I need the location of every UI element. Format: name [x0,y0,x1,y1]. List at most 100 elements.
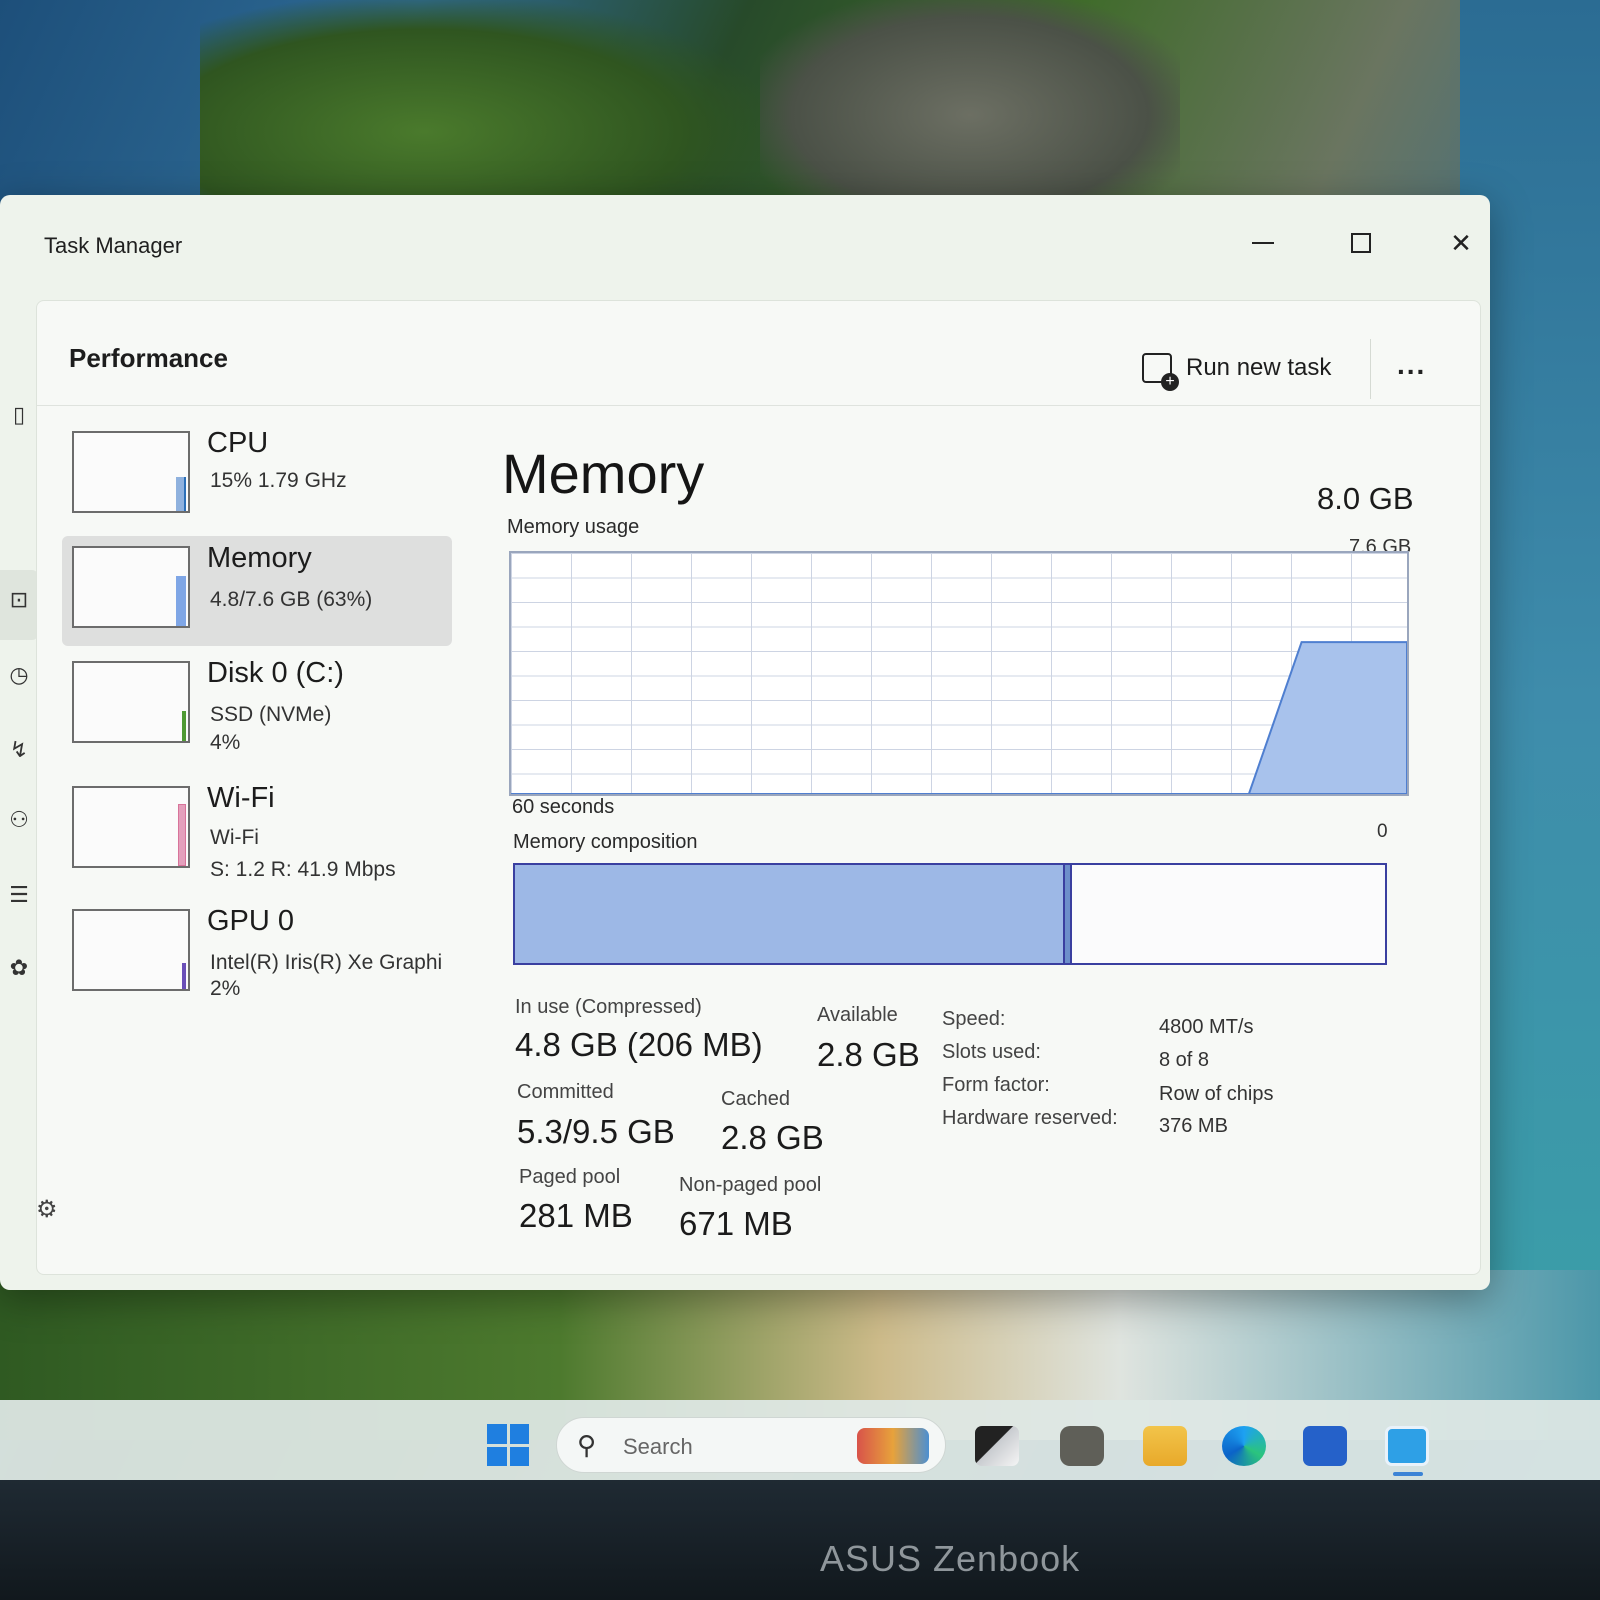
composition-free [1071,865,1385,963]
memory-composition-label: Memory composition [513,831,698,853]
memory-total: 8.0 GB [1317,481,1414,516]
startup-apps-icon[interactable]: ↯ [4,735,34,765]
minimize-icon [1252,242,1274,244]
gpu-mini-graph [72,909,190,991]
device-cpu[interactable]: CPU 15% 1.79 GHz [62,421,452,531]
available-value: 2.8 GB [817,1036,920,1073]
memory-mini-graph-fill [176,576,186,626]
graph-min-label: 0 [1377,821,1388,842]
memory-usage-graph [509,551,1409,796]
laptop-bezel [0,1480,1600,1600]
memory-title: Memory [502,442,705,505]
non-paged-pool-label: Non-paged pool [679,1174,822,1196]
device-name: CPU [207,427,269,459]
composition-in-use [515,865,1064,963]
close-button[interactable]: ✕ [1438,223,1484,263]
users-icon[interactable]: ⚇ [4,805,34,835]
task-view-icon[interactable] [975,1426,1019,1466]
details-icon[interactable]: ☰ [4,880,34,910]
search-placeholder: Search [623,1434,693,1459]
wallpaper-rock [200,0,760,220]
committed-value: 5.3/9.5 GB [517,1113,675,1150]
time-span-label: 60 seconds [512,796,615,818]
wifi-mini-graph [72,786,190,868]
taskbar-search[interactable]: ⚲ Search [556,1417,946,1473]
device-wifi[interactable]: Wi-Fi Wi-Fi S: 1.2 R: 41.9 Mbps [62,776,452,886]
search-highlight-art [857,1428,929,1464]
device-detail: Wi-Fi [210,826,259,849]
form-factor-value: Row of chips [1159,1083,1274,1105]
processes-icon[interactable]: ▯ [4,400,34,430]
device-memory[interactable]: Memory 4.8/7.6 GB (63%) [62,536,452,646]
run-new-task-label: Run new task [1186,354,1332,381]
performance-panel: Performance Run new task ... CPU 15% 1.7… [36,300,1481,1275]
available-label: Available [817,1004,898,1026]
memory-usage-label: Memory usage [507,516,640,538]
in-use-value: 4.8 GB (206 MB) [515,1026,763,1063]
performance-icon[interactable]: ⊡ [4,585,34,615]
device-disk[interactable]: Disk 0 (C:) SSD (NVMe) 4% [62,651,452,761]
device-name: GPU 0 [207,905,295,937]
paged-pool-label: Paged pool [519,1166,621,1188]
services-icon[interactable]: ✿ [4,953,34,983]
more-options-button[interactable]: ... [1397,349,1426,381]
cpu-mini-graph-line [176,477,186,511]
device-usage: 2% [210,977,241,1000]
maximize-button[interactable] [1338,223,1384,263]
form-factor-key: Form factor: [942,1074,1050,1096]
non-paged-pool-value: 671 MB [679,1205,793,1242]
slots-used-value: 8 of 8 [1159,1049,1210,1071]
device-usage: 4% [210,731,241,754]
slots-used-key: Slots used: [942,1041,1041,1063]
task-manager-icon[interactable] [1385,1426,1429,1466]
edge-icon[interactable] [1222,1426,1266,1466]
cached-label: Cached [721,1088,790,1110]
device-throughput: S: 1.2 R: 41.9 Mbps [210,858,396,881]
memory-usage-area [511,641,1407,794]
device-name: Memory [207,542,312,574]
gpu-mini-graph-line [182,963,186,989]
in-use-label: In use (Compressed) [515,996,702,1018]
page-title: Performance [69,343,228,373]
paged-pool-value: 281 MB [519,1197,633,1234]
file-explorer-icon[interactable] [1143,1426,1187,1466]
device-detail: Intel(R) Iris(R) Xe Graphi [210,951,443,974]
disk-mini-graph [72,661,190,743]
app-title: Task Manager [44,233,183,258]
device-name: Wi-Fi [207,782,275,814]
run-new-task-icon [1142,353,1179,391]
widgets-icon[interactable] [1060,1426,1104,1466]
memory-mini-graph [72,546,190,628]
minimize-button[interactable] [1240,223,1286,263]
header-divider [1370,339,1371,399]
composition-modified [1063,865,1072,963]
speed-value: 4800 MT/s [1159,1016,1254,1038]
panel-header: Performance Run new task ... [37,301,1480,406]
hardware-reserved-value: 376 MB [1159,1115,1228,1137]
wifi-mini-graph-line [178,804,186,866]
cpu-mini-graph [72,431,190,513]
app-history-icon[interactable]: ◷ [4,660,34,690]
maximize-icon [1351,233,1371,253]
active-app-indicator [1393,1472,1423,1476]
device-detail: 15% 1.79 GHz [210,469,347,492]
cached-value: 2.8 GB [721,1119,824,1156]
run-new-task-button[interactable]: Run new task [1142,353,1332,391]
device-gpu[interactable]: GPU 0 Intel(R) Iris(R) Xe Graphi 2% [62,899,452,1009]
search-icon: ⚲ [577,1430,597,1460]
nav-rail: ▯ ⊡ ◷ ↯ ⚇ ☰ ✿ [0,305,40,1265]
memory-usage-fill [511,641,1407,794]
hardware-reserved-key: Hardware reserved: [942,1107,1118,1129]
committed-label: Committed [517,1081,614,1103]
task-manager-window: Task Manager ✕ ▯ ⊡ ◷ ↯ ⚇ ☰ ✿ Performance… [0,195,1490,1290]
device-name: Disk 0 (C:) [207,657,344,689]
title-bar[interactable]: Task Manager ✕ [0,195,1490,295]
close-icon: ✕ [1450,227,1472,258]
windows-start-icon[interactable] [487,1424,529,1466]
device-detail: SSD (NVMe) [210,703,332,726]
laptop-brand: ASUS Zenbook [820,1538,1081,1579]
speed-key: Speed: [942,1008,1006,1030]
settings-gear-icon[interactable]: ⚙ [36,1195,58,1224]
disk-mini-graph-line [182,711,186,741]
store-icon[interactable] [1303,1426,1347,1466]
